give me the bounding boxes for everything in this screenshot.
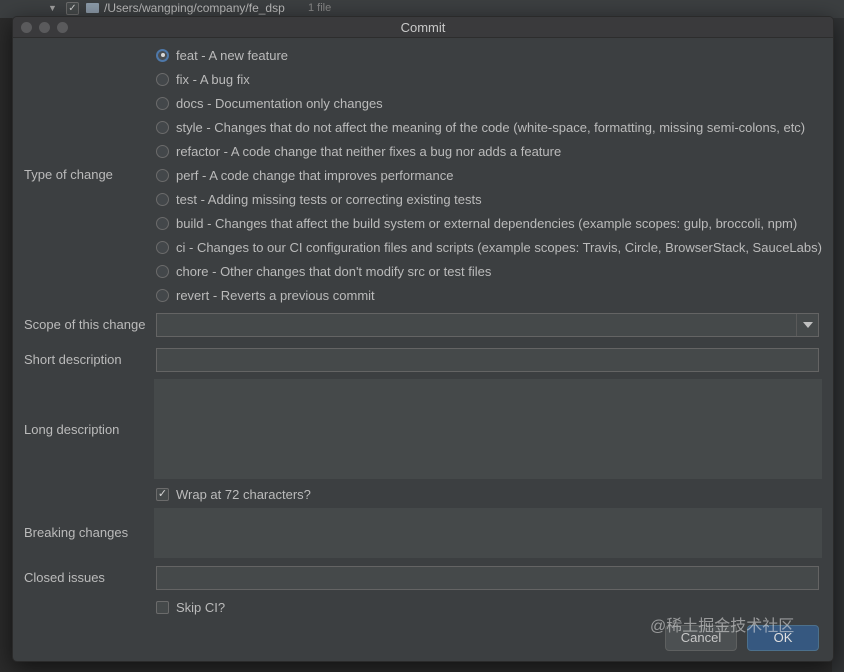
skip-ci-label: Skip CI? [176,599,226,615]
type-option-test[interactable]: test - Adding missing tests or correctin… [156,189,482,209]
tree-file-count: 1 file [308,2,332,14]
radio-icon[interactable] [156,72,169,86]
scope-combobox[interactable] [156,313,819,337]
long-description-label: Long description [24,422,120,437]
type-option-ci[interactable]: ci - Changes to our CI configuration fil… [156,237,822,257]
radio-icon[interactable] [156,264,169,278]
radio-icon[interactable] [156,120,169,134]
closed-issues-label: Closed issues [24,570,105,585]
wrap-label: Wrap at 72 characters? [176,486,311,502]
type-option-chore[interactable]: chore - Other changes that don't modify … [156,261,491,281]
dialog-title: Commit [400,20,446,35]
radio-icon[interactable] [156,288,169,302]
type-option-label: fix - A bug fix [176,71,250,87]
breaking-changes-textarea[interactable] [154,508,822,558]
wrap-option[interactable]: ✓ Wrap at 72 characters? [156,485,311,503]
type-option-fix[interactable]: fix - A bug fix [156,69,250,89]
type-option-feat[interactable]: feat - A new feature [156,45,288,65]
type-option-label: docs - Documentation only changes [176,95,383,111]
radio-icon[interactable] [156,192,169,206]
checkbox-icon[interactable] [156,600,169,614]
radio-icon[interactable] [156,240,169,254]
type-option-perf[interactable]: perf - A code change that improves perfo… [156,165,454,185]
type-option-label: build - Changes that affect the build sy… [176,215,798,231]
radio-selected-icon[interactable] [156,48,169,62]
radio-icon[interactable] [156,168,169,182]
type-option-label: perf - A code change that improves perfo… [176,167,454,183]
radio-icon[interactable] [156,144,169,158]
type-option-label: test - Adding missing tests or correctin… [176,191,482,207]
type-option-style[interactable]: style - Changes that do not affect the m… [156,117,805,137]
folder-icon [86,3,99,13]
type-of-change-label: Type of change [24,167,113,182]
type-option-label: revert - Reverts a previous commit [176,287,375,303]
closed-issues-input[interactable] [156,566,819,590]
cancel-button[interactable]: Cancel [665,625,737,651]
commit-dialog: Commit Type of change feat - A new featu… [12,16,834,662]
scope-label: Scope of this change [24,317,146,332]
type-option-label: refactor - A code change that neither fi… [176,143,562,159]
long-description-textarea[interactable] [154,379,822,479]
type-option-label: style - Changes that do not affect the m… [176,119,806,135]
expand-triangle-icon[interactable]: ▼ [48,3,57,13]
tree-checkbox[interactable]: ✓ [66,2,79,15]
type-option-label: chore - Other changes that don't modify … [176,263,492,279]
breaking-changes-label: Breaking changes [24,525,129,540]
type-option-refactor[interactable]: refactor - A code change that neither fi… [156,141,561,161]
ok-button[interactable]: OK [747,625,819,651]
type-option-label: feat - A new feature [176,47,289,63]
short-description-label: Short description [24,352,122,367]
chevron-down-icon[interactable] [796,314,818,336]
type-option-docs[interactable]: docs - Documentation only changes [156,93,383,113]
type-option-label: ci - Changes to our CI configuration fil… [176,239,822,255]
radio-icon[interactable] [156,216,169,230]
radio-icon[interactable] [156,96,169,110]
tree-path: /Users/wangping/company/fe_dsp [104,1,285,15]
type-option-build[interactable]: build - Changes that affect the build sy… [156,213,797,233]
checkbox-checked-icon[interactable]: ✓ [156,487,169,501]
type-option-revert[interactable]: revert - Reverts a previous commit [156,285,375,305]
short-description-input[interactable] [156,348,819,372]
dialog-titlebar: Commit [13,17,833,38]
background-editor-gutter [0,18,12,672]
skip-ci-option[interactable]: Skip CI? [156,598,225,616]
